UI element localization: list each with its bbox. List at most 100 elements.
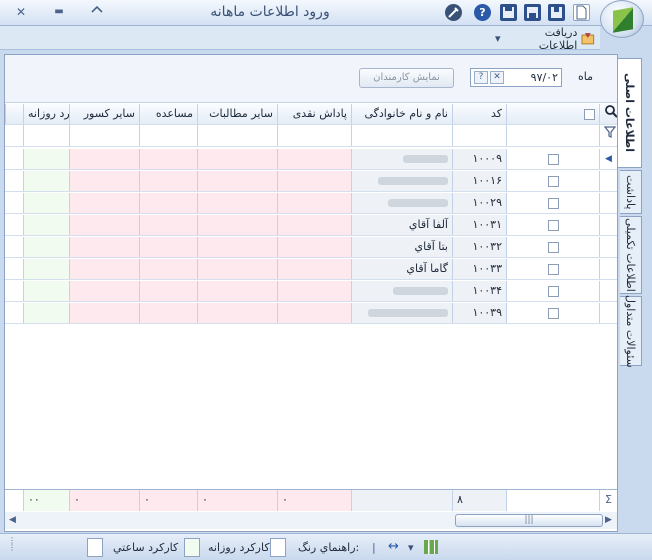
cell-cash-reward[interactable] xyxy=(277,281,351,301)
tab-faq[interactable]: سئوالات متداول xyxy=(620,295,642,367)
table-row[interactable]: ۱۰۰۳۹ xyxy=(5,303,617,324)
col-other-claims[interactable]: سایر مطالبات xyxy=(197,104,277,124)
tab-note[interactable]: پاداشت xyxy=(620,170,642,214)
settings-icon[interactable] xyxy=(445,4,462,21)
tab-main-info[interactable]: اطلاعات اصلی xyxy=(618,58,642,168)
new-doc-icon[interactable] xyxy=(573,4,590,21)
filter-icon[interactable] xyxy=(599,125,617,146)
close-button[interactable]: ✕ xyxy=(12,4,30,20)
col-daily-work[interactable]: کارکرد روزانه xyxy=(23,104,69,124)
table-row[interactable]: ۱۰۰۰۹ ◀ xyxy=(5,149,617,170)
cell-other-deductions[interactable] xyxy=(69,171,139,191)
clear-icon[interactable]: ✕ xyxy=(490,71,504,84)
select-all-checkbox[interactable] xyxy=(506,104,599,124)
filter-cell[interactable] xyxy=(139,125,197,146)
help-icon[interactable]: ? xyxy=(474,4,491,21)
cell-other-deductions[interactable] xyxy=(69,237,139,257)
table-row[interactable]: ۱۰۰۲۹ xyxy=(5,193,617,214)
horizontal-scrollbar[interactable]: ◀ ||| ▶ xyxy=(5,512,617,529)
cell-other-claims[interactable] xyxy=(197,149,277,169)
col-advance[interactable]: مساعده xyxy=(139,104,197,124)
table-row[interactable]: آلفا آقاي ۱۰۰۳۱ xyxy=(5,215,617,236)
table-row[interactable]: گاما آقاي ۱۰۰۳۳ xyxy=(5,259,617,280)
filter-cell[interactable] xyxy=(69,125,139,146)
cell-advance[interactable] xyxy=(139,171,197,191)
app-logo[interactable] xyxy=(600,0,644,38)
show-employees-button[interactable]: نمایش کارمندان xyxy=(359,68,454,88)
tab-extra-info[interactable]: اطلاعات تکمیلی xyxy=(620,216,642,294)
col-cash-reward[interactable]: پاداش نقدی xyxy=(277,104,351,124)
cell-advance[interactable] xyxy=(139,149,197,169)
filter-cell[interactable] xyxy=(506,125,599,146)
get-data-button[interactable]: دریافت اطلاعات ▾ xyxy=(495,26,595,52)
row-checkbox[interactable] xyxy=(506,171,599,191)
cell-advance[interactable] xyxy=(139,281,197,301)
cell-other-deductions[interactable] xyxy=(69,259,139,279)
arrows-icon[interactable]: ↔ xyxy=(388,539,399,554)
cell-daily-work[interactable] xyxy=(23,171,69,191)
cell-cash-reward[interactable] xyxy=(277,171,351,191)
cell-daily-work[interactable] xyxy=(23,281,69,301)
export-icon[interactable] xyxy=(500,4,517,21)
cell-other-claims[interactable] xyxy=(197,171,277,191)
month-field[interactable]: ? ✕ ۹۷/۰۲ xyxy=(470,68,562,87)
row-checkbox[interactable] xyxy=(506,237,599,257)
cell-other-deductions[interactable] xyxy=(69,215,139,235)
cell-cash-reward[interactable] xyxy=(277,237,351,257)
filter-cell[interactable] xyxy=(452,125,506,146)
row-checkbox[interactable] xyxy=(506,193,599,213)
table-row[interactable]: ۱۰۰۱۶ xyxy=(5,171,617,192)
scroll-left-icon[interactable]: ◀ xyxy=(9,515,16,525)
row-checkbox[interactable] xyxy=(506,281,599,301)
restore-button[interactable] xyxy=(88,4,106,20)
col-code[interactable]: کد xyxy=(452,104,506,124)
save-icon[interactable] xyxy=(548,4,565,21)
filter-cell[interactable] xyxy=(23,125,69,146)
cell-advance[interactable] xyxy=(139,259,197,279)
cell-other-deductions[interactable] xyxy=(69,303,139,323)
date-picker-icon[interactable]: ? xyxy=(474,71,488,84)
cell-daily-work[interactable] xyxy=(23,237,69,257)
cell-cash-reward[interactable] xyxy=(277,193,351,213)
save-as-icon[interactable] xyxy=(524,4,541,21)
cell-other-claims[interactable] xyxy=(197,281,277,301)
cell-other-deductions[interactable] xyxy=(69,149,139,169)
table-row[interactable]: ۱۰۰۳۴ xyxy=(5,281,617,302)
month-value[interactable]: ۹۷/۰۲ xyxy=(506,71,558,84)
cell-advance[interactable] xyxy=(139,303,197,323)
cell-other-claims[interactable] xyxy=(197,303,277,323)
cell-other-claims[interactable] xyxy=(197,193,277,213)
cell-advance[interactable] xyxy=(139,237,197,257)
filter-cell[interactable] xyxy=(277,125,351,146)
cell-daily-work[interactable] xyxy=(23,303,69,323)
scroll-thumb[interactable]: ||| xyxy=(455,514,603,527)
cell-other-claims[interactable] xyxy=(197,259,277,279)
cell-cash-reward[interactable] xyxy=(277,149,351,169)
row-checkbox[interactable] xyxy=(506,149,599,169)
col-full-name[interactable]: نام و نام خانوادگی xyxy=(351,104,452,124)
cell-other-claims[interactable] xyxy=(197,215,277,235)
chevron-down-icon[interactable]: ▾ xyxy=(408,541,414,554)
cell-advance[interactable] xyxy=(139,193,197,213)
cell-other-deductions[interactable] xyxy=(69,281,139,301)
row-checkbox[interactable] xyxy=(506,259,599,279)
cell-advance[interactable] xyxy=(139,215,197,235)
minimize-button[interactable]: ▬ xyxy=(50,4,68,20)
cell-cash-reward[interactable] xyxy=(277,259,351,279)
table-row[interactable]: بتا آقاي ۱۰۰۳۲ xyxy=(5,237,617,258)
cell-daily-work[interactable] xyxy=(23,259,69,279)
cell-daily-work[interactable] xyxy=(23,193,69,213)
cell-daily-work[interactable] xyxy=(23,215,69,235)
cell-other-deductions[interactable] xyxy=(69,193,139,213)
cell-daily-work[interactable] xyxy=(23,149,69,169)
row-checkbox[interactable] xyxy=(506,303,599,323)
filter-cell[interactable] xyxy=(351,125,452,146)
cell-cash-reward[interactable] xyxy=(277,215,351,235)
row-checkbox[interactable] xyxy=(506,215,599,235)
cell-other-claims[interactable] xyxy=(197,237,277,257)
scroll-right-icon[interactable]: ▶ xyxy=(605,515,612,525)
col-other-deductions[interactable]: سایر کسور xyxy=(69,104,139,124)
columns-icon[interactable] xyxy=(424,540,438,554)
filter-cell[interactable] xyxy=(197,125,277,146)
search-icon[interactable] xyxy=(599,104,617,124)
